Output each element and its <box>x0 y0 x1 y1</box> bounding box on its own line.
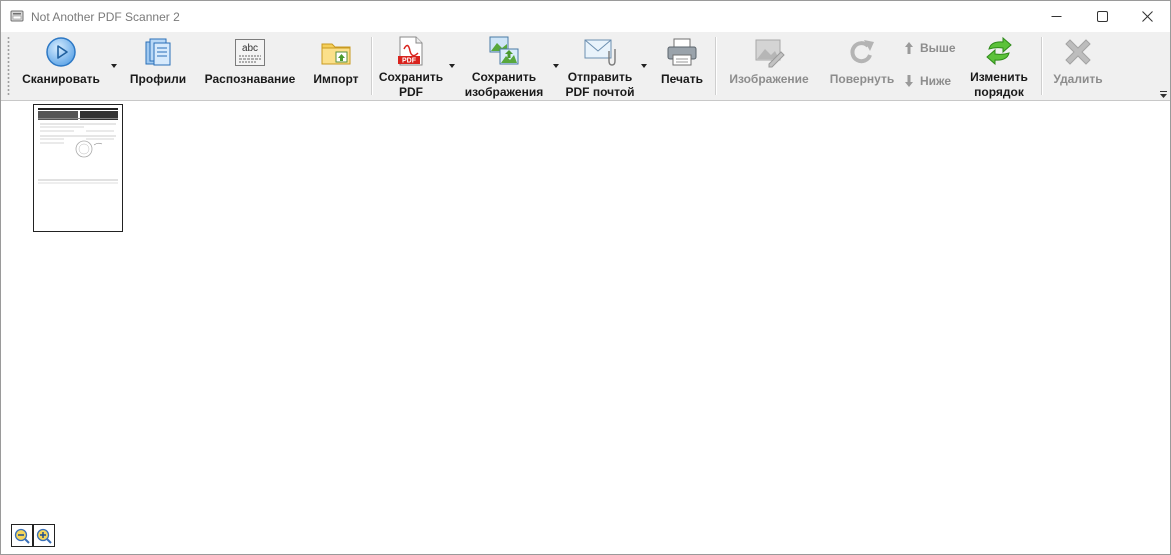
email-attachment-icon <box>584 39 616 66</box>
main-toolbar: Сканировать Профили abc Распознавание Им… <box>1 32 1170 101</box>
image-label: Изображение <box>729 72 809 86</box>
rotate-icon <box>850 40 874 64</box>
close-button[interactable] <box>1124 1 1170 32</box>
toolbar-separator <box>371 37 373 95</box>
profiles-button[interactable]: Профили <box>125 32 191 100</box>
arrow-down-icon <box>905 75 913 87</box>
email-pdf-label-line1: Отправить <box>567 70 633 84</box>
zoom-out-button[interactable] <box>11 524 33 547</box>
scan-button[interactable]: Сканировать <box>19 32 103 100</box>
pdf-badge-text: PDF <box>402 58 417 65</box>
save-pdf-dropdown-arrow[interactable] <box>449 64 455 68</box>
ocr-icon: abc <box>235 39 265 66</box>
move-down-button[interactable]: Ниже <box>904 74 951 88</box>
image-button[interactable]: Изображение <box>723 32 815 100</box>
image-edit-icon <box>755 39 785 68</box>
app-window: Not Another PDF Scanner 2 Сканировать Пр… <box>0 0 1171 555</box>
email-pdf-label-line2: PDF почтой <box>565 85 635 99</box>
rotate-label: Повернуть <box>829 72 895 86</box>
save-images-label-line1: Сохранить <box>471 70 537 84</box>
profiles-label: Профили <box>129 72 187 86</box>
printer-icon <box>667 38 697 66</box>
scanner-app-icon <box>10 10 24 22</box>
print-button[interactable]: Печать <box>655 32 709 100</box>
window-title: Not Another PDF Scanner 2 <box>31 10 180 24</box>
page-thumbnail-area[interactable] <box>1 101 1170 554</box>
title-bar: Not Another PDF Scanner 2 <box>1 1 1170 32</box>
save-images-icon <box>489 36 519 65</box>
reorder-button[interactable]: Изменить порядок <box>965 32 1033 100</box>
ocr-badge-text: abc <box>242 43 258 54</box>
pdf-file-icon: PDF <box>398 36 423 66</box>
profiles-icon <box>145 38 171 66</box>
move-up-button[interactable]: Выше <box>904 41 956 55</box>
delete-x-icon <box>1065 39 1091 65</box>
close-icon <box>1141 11 1153 22</box>
zoom-in-button[interactable] <box>33 524 55 547</box>
print-label: Печать <box>661 72 703 86</box>
zoom-in-icon <box>36 528 52 544</box>
maximize-icon <box>1096 11 1108 22</box>
email-pdf-dropdown-arrow[interactable] <box>641 64 647 68</box>
page-preview-image <box>38 108 118 184</box>
save-images-dropdown-arrow[interactable] <box>553 64 559 68</box>
minimize-icon <box>1051 16 1061 17</box>
rotate-button[interactable]: Повернуть <box>827 32 897 100</box>
delete-label: Удалить <box>1053 72 1103 86</box>
toolbar-separator <box>1041 37 1043 95</box>
move-up-label: Выше <box>920 41 956 55</box>
scan-label: Сканировать <box>22 72 100 86</box>
import-label: Импорт <box>313 72 359 86</box>
save-pdf-button[interactable]: PDF Сохранить PDF <box>376 32 446 100</box>
page-thumbnail[interactable] <box>33 104 123 232</box>
arrow-up-icon <box>905 42 913 54</box>
delete-button[interactable]: Удалить <box>1049 32 1107 100</box>
toolbar-overflow-icon[interactable] <box>1159 90 1168 99</box>
email-pdf-button[interactable]: Отправить PDF почтой <box>561 32 639 100</box>
maximize-button[interactable] <box>1079 1 1125 32</box>
import-folder-icon <box>321 43 351 65</box>
import-button[interactable]: Импорт <box>309 32 363 100</box>
ocr-button[interactable]: abc Распознавание <box>203 32 297 100</box>
toolbar-grip[interactable] <box>7 36 10 96</box>
scan-dropdown-arrow[interactable] <box>111 64 117 68</box>
minimize-button[interactable] <box>1033 1 1079 32</box>
ocr-label: Распознавание <box>204 72 296 86</box>
save-images-button[interactable]: Сохранить изображения <box>459 32 549 100</box>
reorder-label-line1: Изменить <box>970 70 1028 84</box>
scan-play-icon <box>46 37 76 67</box>
reorder-arrows-icon <box>986 36 1012 66</box>
save-pdf-label-line2: PDF <box>399 85 423 99</box>
reorder-label-line2: порядок <box>974 85 1024 99</box>
toolbar-separator <box>715 37 717 95</box>
save-images-label-line2: изображения <box>464 85 544 99</box>
save-pdf-label-line1: Сохранить <box>378 70 444 84</box>
move-down-label: Ниже <box>920 74 952 88</box>
zoom-out-icon <box>14 528 30 544</box>
